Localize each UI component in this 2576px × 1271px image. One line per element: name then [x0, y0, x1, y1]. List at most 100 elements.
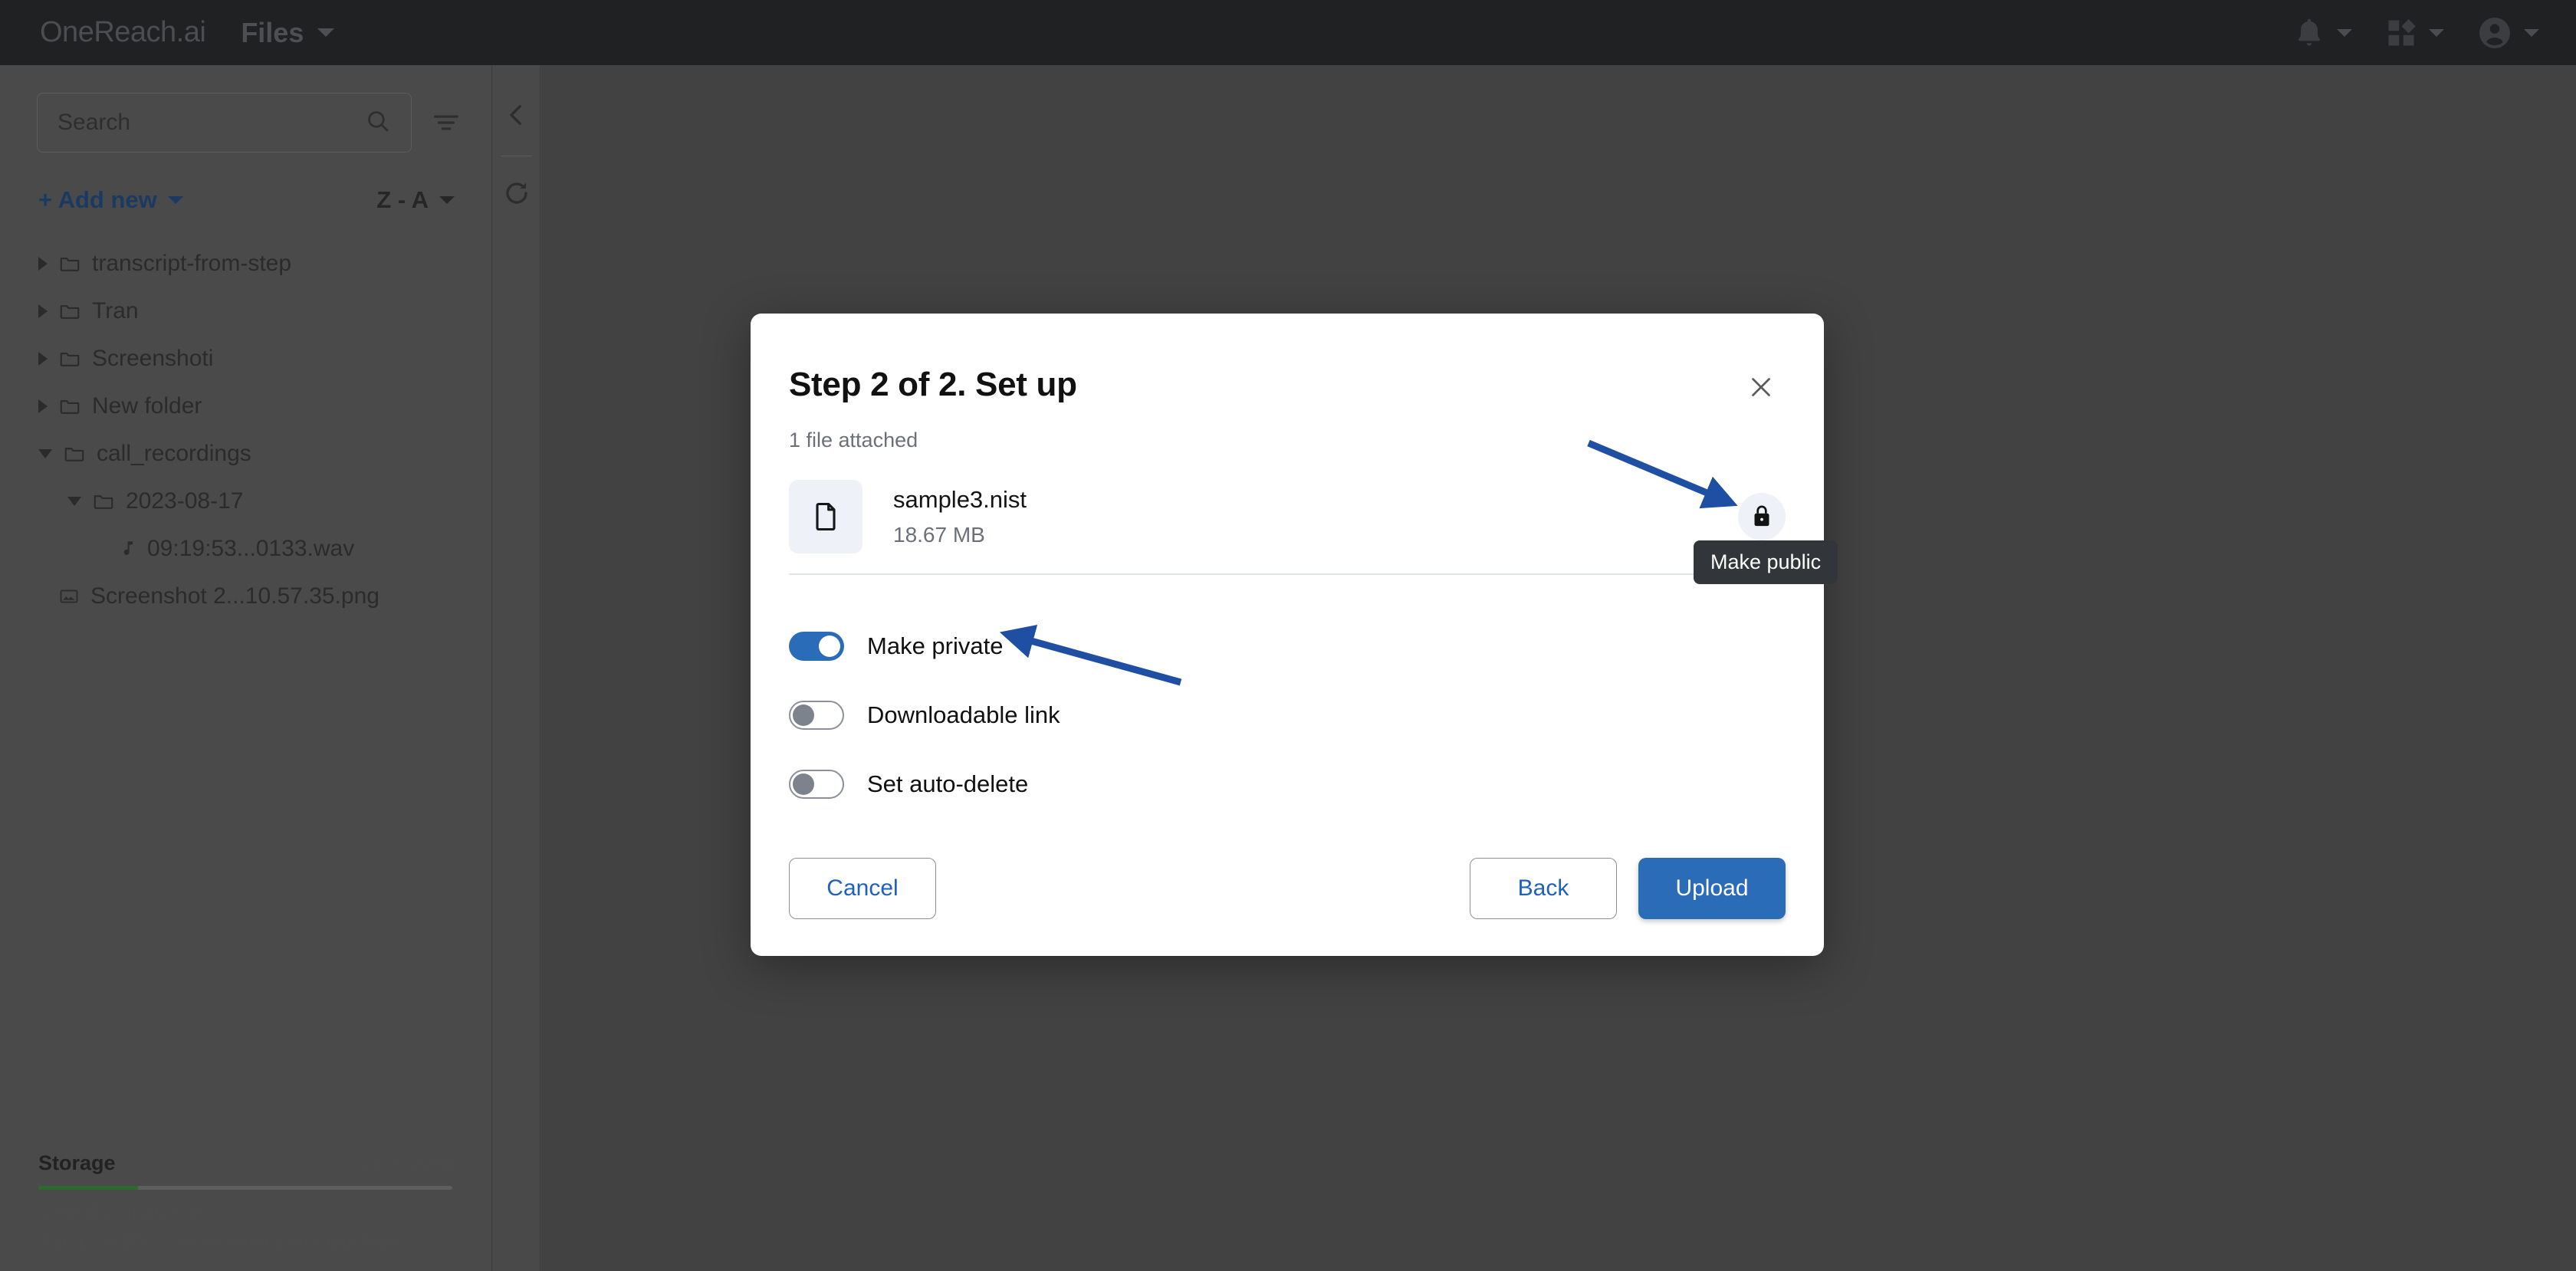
- tree-collapse-arrow-icon[interactable]: [67, 497, 81, 506]
- app-title-menu[interactable]: Files: [205, 16, 335, 49]
- toggle-label: Set auto-delete: [867, 770, 1029, 797]
- sort-order-button[interactable]: Z - A: [376, 186, 455, 214]
- folder-icon: [58, 252, 81, 275]
- toggle-row[interactable]: Make private: [789, 612, 1824, 681]
- document-icon: [789, 480, 863, 553]
- storage-header: Storage 24% used: [38, 1151, 452, 1175]
- search-box[interactable]: [37, 93, 412, 153]
- tree-item-label: Tran: [92, 298, 139, 323]
- file-tree: transcript-from-step Tran Screenshoti New f…: [0, 240, 491, 620]
- search-input[interactable]: [58, 110, 365, 136]
- notifications-menu[interactable]: [2292, 16, 2352, 50]
- filter-icon[interactable]: [432, 108, 461, 137]
- toggle-switch[interactable]: [789, 632, 844, 661]
- lock-tooltip: Make public: [1694, 540, 1838, 584]
- tree-item-label: Screenshoti: [92, 346, 214, 371]
- account-circle-icon: [2476, 15, 2513, 51]
- footer-right-actions: Back Upload: [1470, 858, 1786, 919]
- apps-menu[interactable]: [2384, 16, 2444, 50]
- toggle-knob: [793, 773, 814, 795]
- folder-icon: [58, 347, 81, 370]
- sidebar-toolbar: + Add new Z - A: [0, 153, 491, 214]
- add-new-label: + Add new: [38, 186, 157, 213]
- tree-expand-arrow-icon[interactable]: [38, 352, 48, 366]
- attached-file-row: sample3.nist 18.67 MB: [789, 468, 1786, 566]
- attached-files-count: 1 file attached: [789, 429, 918, 452]
- tree-item-label: transcript-from-step: [92, 251, 292, 276]
- top-bar-actions: [2260, 0, 2539, 65]
- tree-item-label: call_recordings: [97, 441, 251, 466]
- toggle-switch[interactable]: [789, 701, 844, 730]
- bell-icon: [2292, 16, 2326, 50]
- image-icon: [58, 586, 80, 607]
- tree-item[interactable]: 2023-08-17: [0, 478, 491, 525]
- tree-item[interactable]: 09:19:53...0133.wav: [0, 525, 491, 573]
- folder-icon: [63, 442, 86, 465]
- folder-icon: [58, 300, 81, 323]
- tree-item[interactable]: New folder: [0, 383, 491, 430]
- storage-detail: 4.98 GB of 20 GB: [38, 1200, 202, 1223]
- modal-header: Step 2 of 2. Set up: [751, 314, 1824, 407]
- search-icon: [365, 108, 391, 138]
- close-icon[interactable]: [1741, 367, 1781, 407]
- toggle-label: Downloadable link: [867, 701, 1060, 728]
- toggle-row[interactable]: Set auto-delete: [789, 750, 1824, 819]
- modal-footer: Cancel Back Upload: [751, 821, 1824, 956]
- tree-expand-arrow-icon[interactable]: [38, 304, 48, 318]
- file-size: 18.67 MB: [893, 523, 985, 547]
- folder-icon: [58, 395, 81, 418]
- side-rail: [493, 65, 540, 1271]
- storage-tip: Tip: Use ⌘+Click to select multiple file…: [38, 1230, 401, 1253]
- storage-progress-fill: [38, 1186, 138, 1190]
- account-menu[interactable]: [2476, 15, 2539, 51]
- add-new-button[interactable]: + Add new: [38, 186, 183, 214]
- toggle-row[interactable]: Downloadable link: [789, 681, 1824, 750]
- toggle-switch[interactable]: [789, 770, 844, 799]
- brand-logo: OneReach.ai: [40, 16, 206, 48]
- tree-item-label: Screenshot 2...10.57.35.png: [90, 583, 380, 609]
- back-button[interactable]: Back: [1470, 858, 1617, 919]
- top-bar: OneReach.ai Files: [0, 0, 2576, 65]
- chevron-down-icon: [2429, 28, 2444, 37]
- tree-item[interactable]: Screenshot 2...10.57.35.png: [0, 573, 491, 620]
- storage-panel: Storage 24% used 4.98 GB of 20 GB Tip: U…: [0, 1151, 492, 1271]
- sidebar: + Add new Z - A transcript-from-step Tran…: [0, 65, 492, 1271]
- file-meta: sample3.nist 18.67 MB: [893, 486, 1027, 547]
- app-root: OneReach.ai Files Search + Add new Z - A…: [0, 0, 2576, 1271]
- tree-collapse-arrow-icon[interactable]: [38, 449, 52, 458]
- app-title: Files: [241, 16, 304, 48]
- toggle-knob: [793, 704, 814, 726]
- music-note-icon: [117, 539, 136, 559]
- chevron-down-icon: [2524, 28, 2539, 37]
- apps-grid-icon: [2384, 16, 2418, 50]
- sidebar-search-row: [0, 65, 491, 153]
- folder-icon: [92, 490, 115, 513]
- lock-icon[interactable]: [1738, 493, 1786, 540]
- tree-item[interactable]: Tran: [0, 287, 491, 335]
- chevron-down-icon: [2337, 28, 2352, 37]
- tree-item-label: New folder: [92, 393, 202, 419]
- tree-item[interactable]: transcript-from-step: [0, 240, 491, 287]
- setup-modal: Step 2 of 2. Set up 1 file attached samp…: [751, 314, 1824, 956]
- tree-item[interactable]: Screenshoti: [0, 335, 491, 383]
- toggle-knob: [819, 636, 840, 657]
- toggle-label: Make private: [867, 632, 1004, 659]
- sort-order-label: Z - A: [376, 186, 429, 213]
- settings-toggles: Make private Downloadable link Set auto-de…: [789, 612, 1824, 819]
- storage-percent-used: 24% used: [360, 1151, 452, 1174]
- storage-progress-track: [38, 1186, 452, 1190]
- chevron-down-icon: [439, 196, 455, 204]
- cancel-button[interactable]: Cancel: [789, 858, 936, 919]
- tree-item-label: 09:19:53...0133.wav: [147, 536, 355, 561]
- tree-expand-arrow-icon[interactable]: [38, 399, 48, 413]
- tree-item[interactable]: call_recordings: [0, 430, 491, 478]
- page-title: Step 2 of 2. Set up: [789, 366, 1077, 403]
- refresh-icon[interactable]: [503, 179, 531, 207]
- upload-button[interactable]: Upload: [1638, 858, 1786, 919]
- chevron-left-icon[interactable]: [504, 102, 530, 128]
- tree-item-label: 2023-08-17: [126, 488, 244, 514]
- chevron-down-icon: [317, 28, 335, 37]
- tree-expand-arrow-icon[interactable]: [38, 257, 48, 271]
- file-name: sample3.nist: [893, 486, 1027, 513]
- storage-label: Storage: [38, 1151, 116, 1174]
